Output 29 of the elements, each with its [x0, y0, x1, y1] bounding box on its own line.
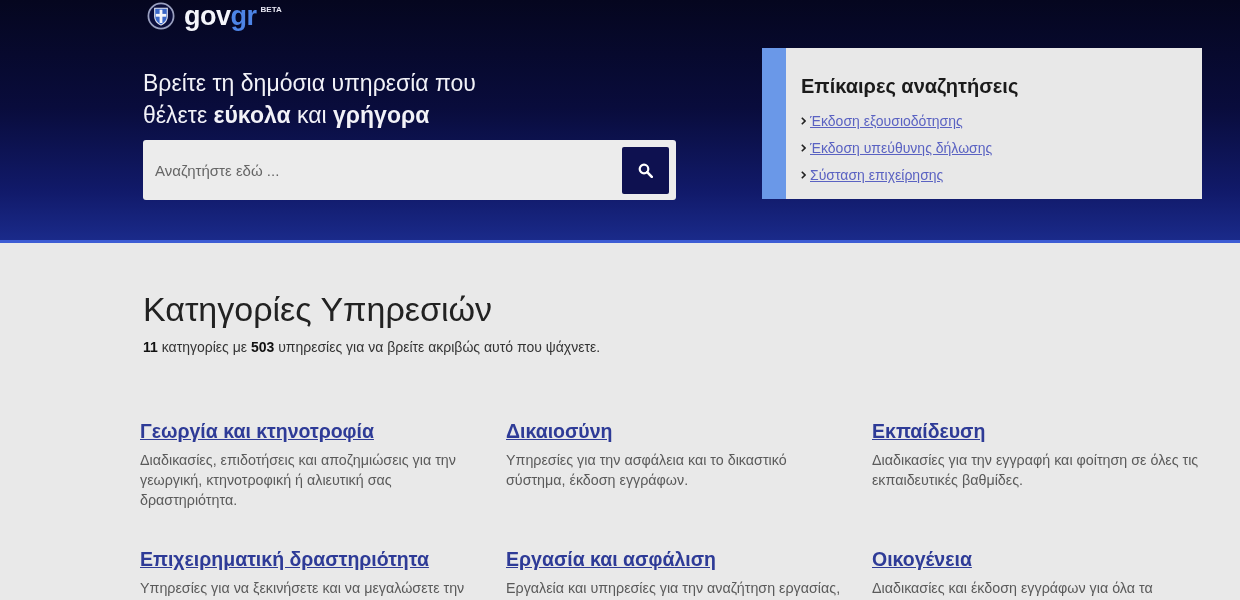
category-description: Διαδικασίες για την εγγραφή και φοίτηση σε όλες τις εκπαιδευτικές βαθμίδες. — [872, 451, 1200, 490]
category-link[interactable]: Επιχειρηματική δραστηριότητα — [140, 548, 429, 570]
section-summary: 11 κατηγορίες με 503 υπηρεσίες για να βρείτε ακριβώς αυτό που ψάχνετε. — [143, 338, 602, 356]
category-link[interactable]: Εργασία και ασφάλιση — [506, 548, 716, 570]
search-button[interactable] — [622, 146, 669, 194]
search-field[interactable]: Αναζητήστε εδώ ... — [143, 140, 676, 200]
chevron-icon — [801, 117, 806, 125]
panel-title: Επίκαιρες αναζητήσεις — [801, 74, 1020, 98]
category-link[interactable]: Γεωργία και κτηνοτροφία — [140, 420, 374, 442]
search-link[interactable]: Σύσταση επιχείρησης — [810, 166, 944, 184]
search-icon — [638, 162, 653, 178]
category-link[interactable]: Εκπαίδευση — [872, 420, 986, 442]
search-input[interactable]: Αναζητήστε εδώ ... — [155, 146, 622, 194]
headline: Βρείτε τη δημόσια υπηρεσία που θέλετε εύκολα και γρήγορα — [143, 69, 477, 130]
category-description: Διαδικασίες, επιδοτήσεις και αποζημιώσεις για την γεωργική, κτηνοτροφική ή αλιευτική σας δραστηριότητα. — [140, 451, 457, 510]
category-link[interactable]: Οικογένεια — [872, 548, 972, 570]
chevron-icon — [801, 171, 806, 179]
category-description: Υπηρεσίες για να ξεκινήσετε και να μεγαλώσετε την — [140, 579, 466, 598]
category-description: Εργαλεία και υπηρεσίες για την αναζήτηση εργασίας, — [506, 579, 842, 598]
beta-label: BETA — [260, 5, 282, 15]
search-link[interactable]: Έκδοση υπεύθυνης δήλωσης — [810, 139, 993, 157]
category-link[interactable]: Δικαιοσύνη — [506, 420, 613, 442]
category-description: Διαδικασίες και έκδοση εγγράφων για όλα τα — [872, 579, 1154, 598]
logo-wordmark[interactable]: gov — [184, 0, 231, 32]
chevron-icon — [801, 144, 806, 152]
logo-domain[interactable]: gr — [230, 0, 257, 32]
search-link[interactable]: Έκδοση εξουσιοδότησης — [810, 112, 963, 130]
section-title: Κατηγορίες Υπηρεσιών — [143, 289, 494, 329]
category-description: Υπηρεσίες για την ασφάλεια και το δικαστικό σύστημα, έκδοση εγγράφων. — [506, 451, 788, 490]
